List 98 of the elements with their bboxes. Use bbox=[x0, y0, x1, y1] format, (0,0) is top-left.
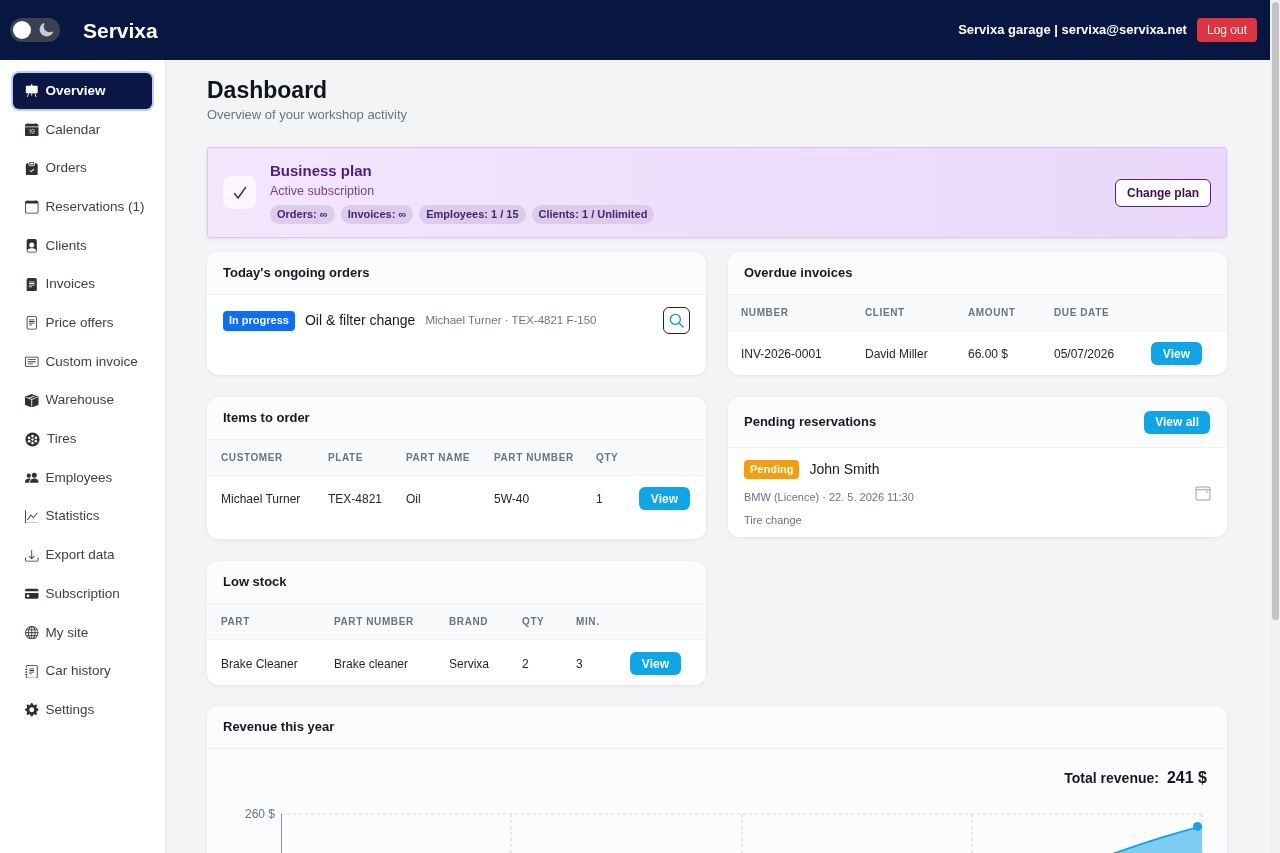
column-header: CLIENT bbox=[865, 306, 906, 320]
table-cell-text: 66.00 $ bbox=[968, 345, 1010, 363]
column-header: PART NAME bbox=[406, 451, 472, 465]
column-header: PART bbox=[221, 615, 251, 629]
clipboard-check-icon bbox=[25, 161, 39, 176]
page-subtitle: Overview of your workshop activity bbox=[207, 106, 409, 124]
calendar-icon bbox=[25, 200, 39, 214]
card-title: Low stock bbox=[223, 573, 287, 592]
account-label: Servixa garage | servixa@servixa.net bbox=[958, 21, 1187, 40]
globe-icon bbox=[25, 625, 39, 640]
limit-chip: Invoices: ∞ bbox=[340, 205, 414, 224]
line-chart-icon bbox=[25, 509, 39, 524]
check-icon bbox=[223, 176, 256, 209]
text-card-icon bbox=[25, 355, 39, 369]
table-cell-text: Michael Turner bbox=[221, 490, 302, 508]
table-cell-text: TEX-4821 bbox=[328, 490, 384, 508]
column-header: PART NUMBER bbox=[494, 451, 575, 465]
card-title: Today's ongoing orders bbox=[223, 264, 370, 283]
settings-icon bbox=[25, 703, 39, 717]
table-cell-text: David Miller bbox=[865, 345, 929, 363]
table-cell-text: Oil bbox=[406, 490, 422, 508]
search-button[interactable] bbox=[663, 307, 690, 334]
page-title: Dashboard bbox=[207, 76, 329, 105]
table-cell-text: 2 bbox=[522, 655, 530, 673]
sidebar-item[interactable]: Car history bbox=[13, 653, 152, 690]
table-cell-text: Brake cleaner bbox=[334, 655, 410, 673]
table-cell-text: Brake Cleaner bbox=[221, 655, 299, 673]
document-icon bbox=[25, 316, 39, 330]
column-header: BRAND bbox=[449, 615, 490, 629]
column-header: CUSTOMER bbox=[221, 451, 284, 465]
table-cell-text: 1 bbox=[596, 490, 604, 508]
axis-label: 260 $ bbox=[244, 806, 275, 823]
person-card-icon bbox=[25, 239, 39, 253]
sidebar-item[interactable]: Calendar bbox=[13, 111, 152, 148]
sidebar-item[interactable]: Custom invoice bbox=[13, 343, 152, 380]
document-icon bbox=[25, 277, 39, 292]
column-header: QTY bbox=[596, 451, 620, 465]
plan-title: Business plan bbox=[270, 161, 373, 181]
card-title: Overdue invoices bbox=[744, 264, 853, 283]
column-header: PLATE bbox=[328, 451, 365, 465]
sidebar-item[interactable]: Reservations (1) bbox=[13, 189, 152, 226]
plan-status: Active subscription bbox=[270, 183, 376, 200]
status-badge: In progress bbox=[223, 310, 295, 331]
easel-icon bbox=[25, 84, 39, 98]
brand-name: Servixa bbox=[83, 19, 158, 41]
sidebar-item[interactable]: Export data bbox=[13, 537, 152, 574]
sidebar-item[interactable]: My site bbox=[13, 614, 152, 651]
calendar-icon bbox=[25, 122, 39, 137]
box-icon bbox=[25, 393, 39, 408]
reservation-service: Tire change bbox=[744, 513, 803, 528]
total-revenue-label: Total revenue: bbox=[1064, 769, 1159, 788]
sidebar-item[interactable]: Subscription bbox=[13, 575, 152, 612]
sidebar-item[interactable]: Statistics bbox=[13, 498, 152, 535]
change-plan-button[interactable]: Change plan bbox=[1115, 178, 1211, 207]
wheel-icon bbox=[25, 431, 40, 447]
limit-chip: Orders: ∞ bbox=[270, 205, 335, 224]
limit-chip: Clients: 1 / Unlimited bbox=[531, 205, 655, 224]
table-cell-text: 5W-40 bbox=[494, 490, 531, 508]
column-header: AMOUNT bbox=[968, 306, 1017, 320]
status-badge: Pending bbox=[744, 460, 800, 479]
sidebar-item[interactable]: Price offers bbox=[13, 305, 152, 342]
card-title: Items to order bbox=[223, 409, 310, 428]
sidebar-item[interactable]: Orders bbox=[13, 150, 152, 187]
people-icon bbox=[25, 471, 39, 485]
column-header: MIN. bbox=[576, 615, 601, 629]
order-details: Michael Turner · TEX-4821 F-150 bbox=[425, 312, 597, 328]
scrollbar[interactable] bbox=[1270, 0, 1280, 853]
moon-icon bbox=[39, 23, 53, 37]
theme-toggle[interactable] bbox=[10, 18, 60, 42]
toggle-knob bbox=[13, 21, 31, 39]
logout-button[interactable]: Log out bbox=[1196, 18, 1257, 42]
column-header: QTY bbox=[522, 615, 546, 629]
card-title: Pending reservations bbox=[744, 413, 877, 432]
total-revenue-value: 241 $ bbox=[1166, 768, 1207, 788]
sidebar-item[interactable]: Settings bbox=[13, 692, 152, 728]
order-service: Oil & filter change bbox=[304, 311, 416, 330]
column-header: PART NUMBER bbox=[334, 615, 415, 629]
sidebar-item[interactable]: Warehouse bbox=[13, 382, 152, 419]
table-cell-text: Servixa bbox=[449, 655, 490, 673]
column-header: NUMBER bbox=[741, 306, 790, 320]
customer-name: John Smith bbox=[809, 460, 880, 479]
sidebar-item[interactable]: Employees bbox=[13, 459, 152, 496]
sidebar-item[interactable]: Overview bbox=[13, 73, 152, 109]
column-header: DUE DATE bbox=[1054, 306, 1111, 320]
sidebar-item[interactable]: Clients bbox=[13, 227, 152, 264]
sidebar-item[interactable]: Tires bbox=[13, 421, 152, 458]
card-title: Revenue this year bbox=[223, 718, 335, 737]
notebook-icon bbox=[25, 664, 39, 679]
table-cell-text: INV-2026-0001 bbox=[741, 345, 823, 363]
table-cell-text: 05/07/2026 bbox=[1054, 345, 1116, 363]
download-icon bbox=[25, 548, 39, 562]
credit-card-icon bbox=[25, 587, 39, 601]
calendar-icon bbox=[1195, 486, 1211, 501]
table-cell-text: 3 bbox=[576, 655, 584, 673]
search-icon bbox=[669, 313, 684, 328]
reservation-details: BMW (Licence) · 22. 5. 2026 11:30 bbox=[744, 490, 914, 505]
sidebar-item[interactable]: Invoices bbox=[13, 266, 152, 303]
limit-chip: Employees: 1 / 15 bbox=[419, 205, 526, 224]
